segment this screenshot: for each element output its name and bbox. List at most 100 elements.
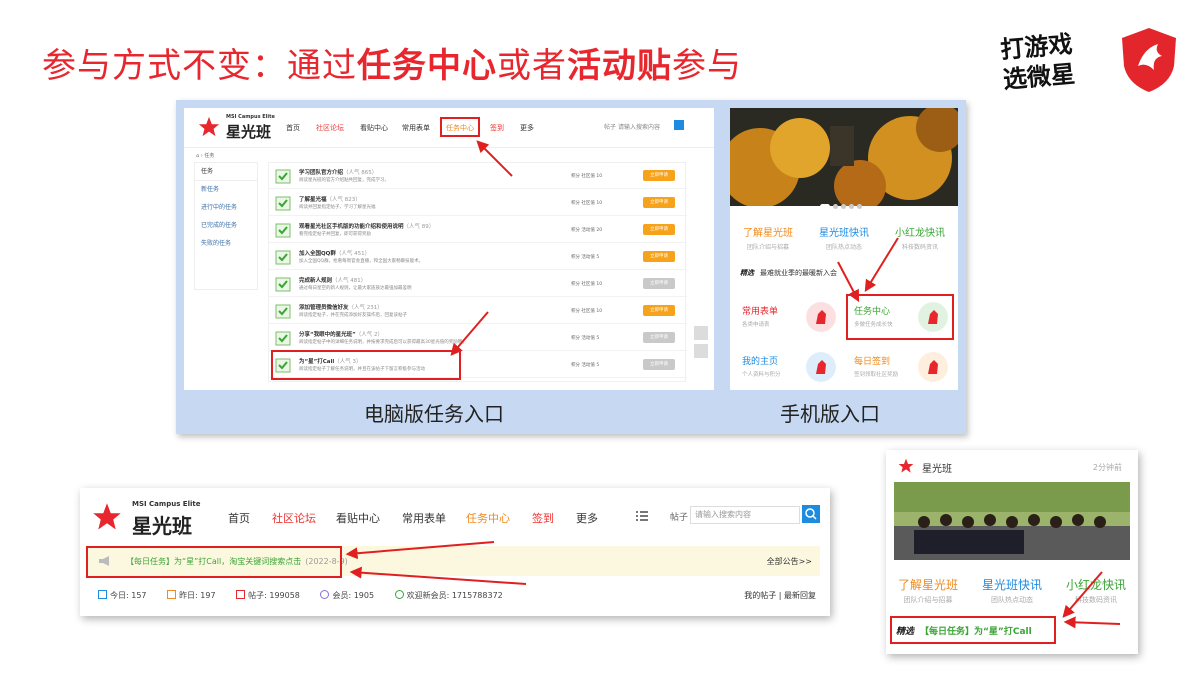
task-title[interactable]: 分享“我眼中的星光班”（人气 2）	[299, 330, 383, 338]
highlight-box	[440, 117, 480, 137]
nav-home[interactable]: 首页	[228, 510, 250, 526]
post-time: 2分钟前	[1092, 463, 1122, 472]
msi-shield-logo	[1122, 28, 1176, 92]
my-posts-links[interactable]: 我的帖子 | 最新回复	[744, 590, 816, 601]
search-area[interactable]: 帖子 请输入搜索内容	[604, 122, 660, 131]
nav-more[interactable]: 更多	[576, 510, 598, 526]
sidebar-item-ongoing[interactable]: 进行中的任务	[195, 199, 257, 217]
mascot-icon	[918, 352, 948, 382]
quick-link-sub: 团队热点动态	[825, 244, 862, 251]
title-part-bold: 活动贴	[567, 46, 672, 86]
task-title[interactable]: 学习团队官方介绍（人气 865）	[299, 168, 377, 176]
search-button[interactable]	[674, 120, 684, 130]
nav-checkin[interactable]: 签到	[490, 123, 504, 133]
logo-name: 星光班	[132, 514, 192, 538]
pc-site-header: MSI Campus Elite 星光班 首页 社区论坛 看贴中心 常用表单 任…	[184, 108, 714, 148]
nav-home[interactable]: 首页	[286, 123, 300, 133]
task-sidebar: 任务 新任务 进行中的任务 已完成的任务 失败的任务	[194, 162, 258, 290]
calendar-icon	[167, 590, 177, 599]
nav-forum[interactable]: 社区论坛	[316, 123, 344, 133]
nav-forms[interactable]: 常用表单	[402, 123, 430, 133]
task-popularity: （人气 451）	[335, 251, 371, 257]
document-icon	[236, 590, 246, 599]
mascot-icon	[806, 302, 836, 332]
quick-link[interactable]: 星光班快讯 团队热点动态	[806, 224, 882, 251]
apply-button[interactable]: 立即申请	[643, 278, 675, 289]
nav-forum[interactable]: 社区论坛	[272, 510, 316, 526]
apply-button[interactable]: 立即申请	[643, 197, 675, 208]
apply-button[interactable]: 立即申请	[643, 305, 675, 316]
quick-link-sub: 团队热点动态	[991, 596, 1033, 604]
task-title[interactable]: 了解星光福（人气 823）	[299, 195, 361, 203]
nav-forms[interactable]: 常用表单	[402, 510, 446, 526]
task-title[interactable]: 完成新人规则（人气 481）	[299, 276, 366, 284]
banner-dots[interactable]	[820, 194, 865, 213]
stat-members: 会员: 1905	[320, 590, 374, 601]
apply-button[interactable]: 立即申请	[643, 251, 675, 262]
all-notices-link[interactable]: 全部公告>>	[767, 556, 812, 567]
quick-link-sub: 团队介绍与招募	[903, 596, 953, 604]
mobile-entry-label: 手机版入口	[780, 402, 880, 426]
sidebar-item-done[interactable]: 已完成的任务	[195, 217, 257, 235]
search-input[interactable]: 请输入搜索内容	[690, 506, 800, 524]
sidebar-item-failed[interactable]: 失败的任务	[195, 235, 257, 253]
task-check-icon	[275, 250, 291, 265]
nav-task-center[interactable]: 任务中心	[466, 510, 510, 526]
apply-button[interactable]: 立即申请	[643, 224, 675, 235]
apply-button[interactable]: 立即申请	[643, 332, 675, 343]
search-input[interactable]: 请输入搜索内容	[618, 124, 660, 131]
sidebar-item-new[interactable]: 新任务	[195, 181, 257, 199]
nav-checkin[interactable]: 签到	[532, 510, 554, 526]
nav-more[interactable]: 更多	[520, 123, 534, 133]
mobile-tile[interactable]: 常用表单 各类申请表	[734, 294, 844, 342]
featured-line[interactable]: 精选 最难就业季的最暖新入会	[740, 268, 837, 278]
quick-link[interactable]: 小红龙快讯 科技数码资讯	[882, 224, 958, 251]
task-row: 学习团队官方介绍（人气 865） 阅读星光班的官方介绍贴共回复，完成学习。 积分 社…	[269, 163, 687, 189]
quick-link[interactable]: 小红龙快讯 科技数码资讯	[1054, 576, 1138, 605]
quick-link[interactable]: 了解星光班 团队介绍与招募	[730, 224, 806, 251]
breadcrumb-item[interactable]: 任务	[204, 153, 214, 159]
tile-sub: 个人资料与积分	[742, 372, 781, 378]
mobile-tile[interactable]: 每日签到 签到领取社区奖励	[846, 344, 956, 392]
task-desc: 阅读指定帖子中的详细任务说明，并按要求完成后可以获得最高30星光值的奖励哦。	[299, 340, 467, 345]
banner-image[interactable]	[730, 108, 958, 206]
logo-subtitle: MSI Campus Elite	[132, 500, 201, 508]
quick-link[interactable]: 星光班快讯 团队热点动态	[970, 576, 1054, 605]
brand-slogan: 打游戏 选微星	[979, 27, 1096, 103]
task-title[interactable]: 添加管理员微信好友（人气 231）	[299, 303, 383, 311]
apply-button[interactable]: 立即申请	[643, 359, 675, 370]
apply-button[interactable]: 立即申请	[643, 170, 675, 181]
calendar-icon	[98, 590, 107, 599]
edit-icon[interactable]	[694, 326, 708, 340]
menu-icon[interactable]	[636, 510, 648, 522]
quick-link-title: 小红龙快讯	[895, 228, 945, 239]
task-desc: 阅读星光班的官方介绍贴共回复，完成学习。	[299, 178, 389, 183]
mascot-icon	[806, 352, 836, 382]
task-popularity: （人气 89）	[403, 224, 435, 230]
title-part-bold: 任务中心	[357, 46, 497, 86]
task-list: 学习团队官方介绍（人气 865） 阅读星光班的官方介绍贴共回复，完成学习。 积分 社…	[268, 162, 687, 382]
stat-text: 昨日: 197	[179, 591, 216, 600]
quick-link[interactable]: 了解星光班 团队介绍与招募	[886, 576, 970, 605]
star-logo-icon	[93, 503, 121, 530]
quick-link-title: 小红龙快讯	[1065, 578, 1126, 592]
task-check-icon	[275, 169, 291, 184]
task-points: 积分 社区值 10	[571, 309, 603, 314]
mobile-tile[interactable]: 我的主页 个人资料与积分	[734, 344, 844, 392]
nav-posts[interactable]: 看贴中心	[360, 123, 388, 133]
stat-new-member: 欢迎新会员: 1715788372	[394, 590, 503, 601]
task-row: 加入全国QQ群（人气 451） 加入全国QQ群，抢看每周官会直播，和全国大家畅聊技…	[269, 244, 687, 270]
task-row: 了解星光福（人气 823） 阅读并回复指定帖子，学习了解星光福 积分 社区值 10 立…	[269, 190, 687, 216]
stat-text: 会员: 1905	[332, 591, 375, 600]
group-photo[interactable]	[894, 482, 1130, 560]
mobile-home: 了解星光班 团队介绍与招募 星光班快讯 团队热点动态 小红龙快讯 科技数码资讯 精选 最难就…	[730, 108, 958, 390]
task-title[interactable]: 加入全国QQ群（人气 451）	[299, 249, 370, 257]
task-name: 加入全国QQ群	[299, 251, 336, 257]
search-icon[interactable]	[802, 505, 820, 523]
title-part: 参与方式不变：通过	[42, 46, 357, 86]
back-to-top-icon[interactable]	[694, 344, 708, 358]
task-title[interactable]: 观看星光社区手机版的功能介绍和使用说明（人气 89）	[299, 222, 434, 230]
nav-posts[interactable]: 看贴中心	[336, 510, 380, 526]
task-points: 积分 社区值 10	[571, 201, 603, 206]
task-points: 积分 社区值 10	[571, 174, 603, 179]
